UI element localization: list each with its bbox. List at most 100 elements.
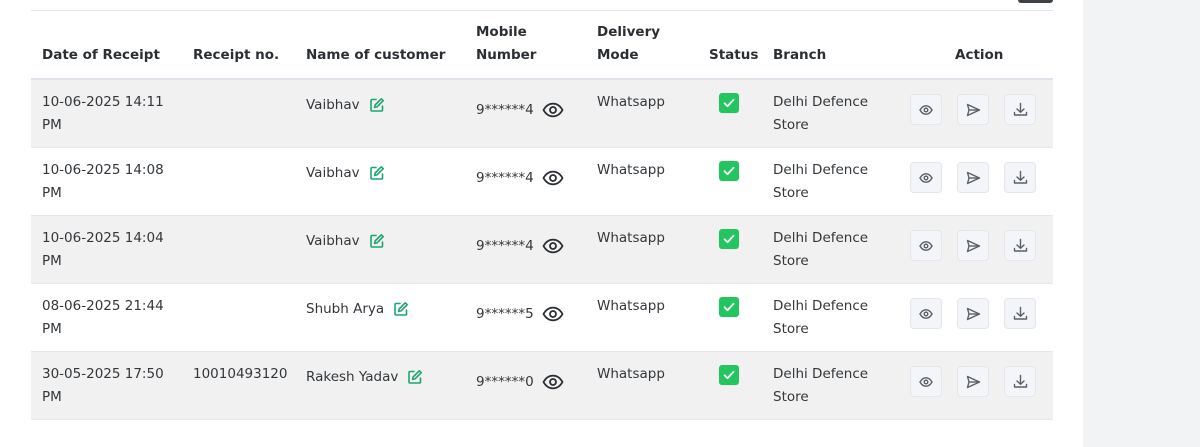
receipt-date-line2: PM <box>42 388 62 405</box>
view-button[interactable] <box>910 366 942 397</box>
branch-line2: Store <box>773 184 809 201</box>
customer-name: Rakesh Yadav <box>306 369 399 385</box>
receipt-date: 10-06-2025 14:11 PM <box>42 91 182 136</box>
branch: Delhi Defence Store <box>773 91 883 136</box>
customer-name: Vaibhav <box>306 97 360 113</box>
edit-icon[interactable] <box>369 97 385 113</box>
customer-name-cell: Vaibhav <box>306 162 385 185</box>
receipt-date-line1: 10-06-2025 14:04 <box>42 230 164 246</box>
receipt-date: 10-06-2025 14:08 PM <box>42 159 182 204</box>
status-cell <box>719 297 739 317</box>
status-cell <box>719 93 739 113</box>
status-cell <box>719 161 739 181</box>
edit-icon[interactable] <box>369 233 385 249</box>
receipt-date: 30-05-2025 17:50 PM <box>42 363 182 408</box>
header-mobile-line2: Number <box>476 47 537 63</box>
checkbox-checked-icon[interactable] <box>719 93 739 113</box>
download-button[interactable] <box>1004 298 1036 329</box>
edit-icon[interactable] <box>369 165 385 181</box>
customer-name: Vaibhav <box>306 233 360 249</box>
header-mobile-line1: Mobile <box>476 24 527 40</box>
delivery-mode: Whatsapp <box>597 162 665 178</box>
view-button[interactable] <box>910 298 942 329</box>
masked-mobile-number: 9******4 <box>476 170 534 186</box>
header-status: Status <box>709 47 759 63</box>
branch-line1: Delhi Defence <box>773 366 869 382</box>
download-button[interactable] <box>1004 366 1036 397</box>
branch-line2: Store <box>773 388 809 405</box>
branch-line1: Delhi Defence <box>773 298 869 314</box>
reveal-mobile-eye-icon[interactable] <box>542 374 564 390</box>
table-row: 10-06-2025 14:04 PM Vaibhav 9******4 Wha <box>31 216 1053 284</box>
receipt-date-line2: PM <box>42 252 62 269</box>
table-body: 10-06-2025 14:11 PM Vaibhav 9******4 Wha <box>31 80 1053 420</box>
delivery-mode: Whatsapp <box>597 94 665 110</box>
reveal-mobile-eye-icon[interactable] <box>542 170 564 186</box>
customer-name-cell: Vaibhav <box>306 230 385 253</box>
header-action: Action <box>955 47 1004 63</box>
delivery-mode: Whatsapp <box>597 298 665 314</box>
header-customer-name: Name of customer <box>306 47 446 63</box>
table-row: 10-06-2025 14:08 PM Vaibhav 9******4 Wha <box>31 148 1053 216</box>
receipt-date-line2: PM <box>42 116 62 133</box>
branch: Delhi Defence Store <box>773 295 883 340</box>
view-button[interactable] <box>910 230 942 261</box>
send-button[interactable] <box>957 298 989 329</box>
customer-name: Shubh Arya <box>306 301 385 317</box>
table-header: Date of Receipt Receipt no. Name of cust… <box>31 11 1053 80</box>
branch-line1: Delhi Defence <box>773 162 869 178</box>
reveal-mobile-eye-icon[interactable] <box>542 102 564 118</box>
mobile-number-cell: 9******4 <box>476 230 564 258</box>
send-button[interactable] <box>957 366 989 397</box>
checkbox-checked-icon[interactable] <box>719 297 739 317</box>
header-mobile-number: Mobile Number <box>476 21 536 67</box>
checkbox-checked-icon[interactable] <box>719 365 739 385</box>
receipt-date: 10-06-2025 14:04 PM <box>42 227 182 272</box>
action-buttons <box>910 298 1036 329</box>
reveal-mobile-eye-icon[interactable] <box>542 238 564 254</box>
customer-name-cell: Rakesh Yadav <box>306 366 423 389</box>
download-button[interactable] <box>1004 162 1036 193</box>
receipt-date-line1: 30-05-2025 17:50 <box>42 366 164 382</box>
status-cell <box>719 365 739 385</box>
mobile-number-cell: 9******4 <box>476 94 564 122</box>
masked-mobile-number: 9******5 <box>476 306 534 322</box>
customer-name-cell: Vaibhav <box>306 94 385 117</box>
table-row: 08-06-2025 21:44 PM Shubh Arya 9******5 <box>31 284 1053 352</box>
header-delivery-mode: Delivery Mode <box>597 21 660 67</box>
branch: Delhi Defence Store <box>773 159 883 204</box>
top-toolbar-button[interactable] <box>1018 0 1053 3</box>
delivery-mode: Whatsapp <box>597 366 665 382</box>
reveal-mobile-eye-icon[interactable] <box>542 306 564 322</box>
send-button[interactable] <box>957 230 989 261</box>
view-button[interactable] <box>910 94 942 125</box>
branch: Delhi Defence Store <box>773 227 883 272</box>
download-button[interactable] <box>1004 230 1036 261</box>
receipt-date-line1: 10-06-2025 14:11 <box>42 94 164 110</box>
checkbox-checked-icon[interactable] <box>719 229 739 249</box>
action-buttons <box>910 366 1036 397</box>
action-buttons <box>910 162 1036 193</box>
table-row: 30-05-2025 17:50 PM 10010493120 Rakesh Y… <box>31 352 1053 420</box>
receipt-date-line2: PM <box>42 320 62 337</box>
customer-name: Vaibhav <box>306 165 360 181</box>
mobile-number-cell: 9******0 <box>476 366 564 394</box>
receipt-date-line1: 08-06-2025 21:44 <box>42 298 164 314</box>
edit-icon[interactable] <box>393 301 409 317</box>
download-button[interactable] <box>1004 94 1036 125</box>
receipt-date: 08-06-2025 21:44 PM <box>42 295 182 340</box>
send-button[interactable] <box>957 94 989 125</box>
view-button[interactable] <box>910 162 942 193</box>
masked-mobile-number: 9******4 <box>476 102 534 118</box>
branch: Delhi Defence Store <box>773 363 883 408</box>
branch-line2: Store <box>773 252 809 269</box>
branch-line1: Delhi Defence <box>773 94 869 110</box>
edit-icon[interactable] <box>407 369 423 385</box>
customer-name-cell: Shubh Arya <box>306 298 409 321</box>
branch-line1: Delhi Defence <box>773 230 869 246</box>
receipts-table: Date of Receipt Receipt no. Name of cust… <box>31 11 1053 420</box>
masked-mobile-number: 9******0 <box>476 374 534 390</box>
send-button[interactable] <box>957 162 989 193</box>
mobile-number-cell: 9******4 <box>476 162 564 190</box>
checkbox-checked-icon[interactable] <box>719 161 739 181</box>
